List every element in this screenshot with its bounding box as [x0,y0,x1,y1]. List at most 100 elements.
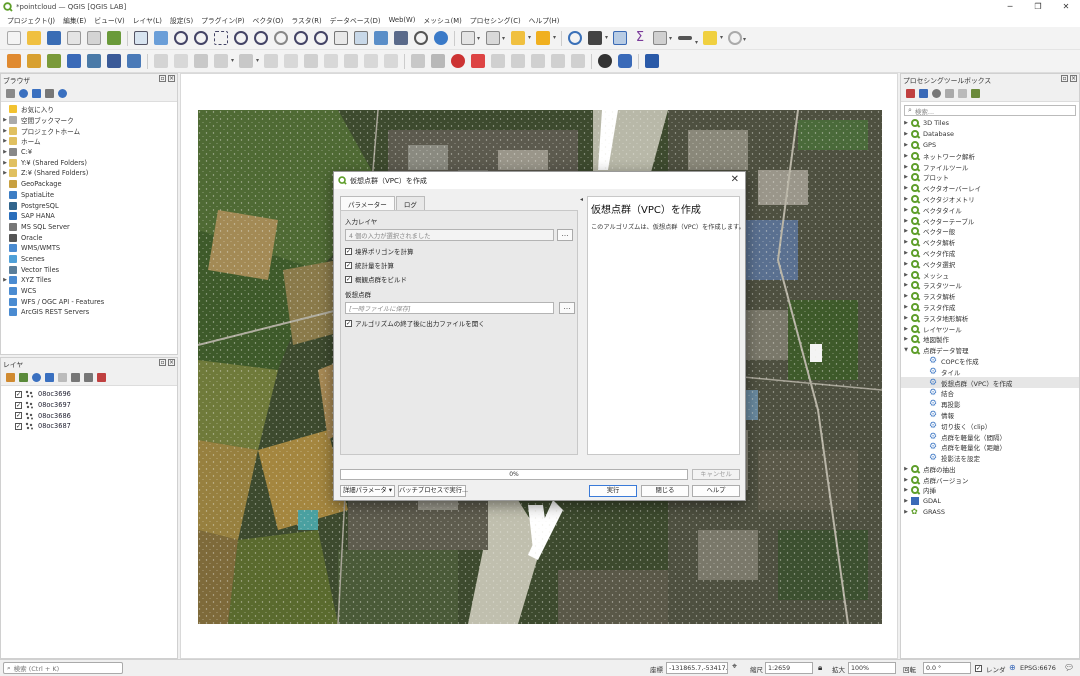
run-button[interactable]: 実行 [589,485,637,497]
tab-log[interactable]: ログ [395,196,425,210]
menu-processing[interactable]: プロセシング(C) [466,15,525,25]
map-tips-icon[interactable] [703,31,723,45]
browser-item[interactable]: Vector Tiles [1,264,177,275]
toolbox-options-icon[interactable] [971,89,980,98]
render-checkbox[interactable]: ✓ [975,665,982,672]
browser-item[interactable]: PostgreSQL [1,200,177,211]
build-overview-check[interactable]: ✓ 概観点群をビルド [345,274,407,284]
toolbox-group[interactable]: ▼ 点群データ管理 [901,345,1079,356]
batch-process-button[interactable]: バッチプロセスで実行... [398,485,468,497]
layer-row[interactable]: ✓ 08oc3696 [1,389,177,400]
expand-arrow-icon[interactable]: ▶ [901,196,911,202]
menu-mesh[interactable]: メッシュ(M) [419,15,465,25]
rotate-label-icon[interactable] [511,54,525,68]
toolbox-group[interactable]: ▶ ベクター般 [901,226,1079,237]
plugin-globe-icon[interactable] [598,54,612,68]
edit-features-in-place-icon[interactable] [958,89,967,98]
expand-arrow-icon[interactable]: ▶ [901,315,911,321]
menu-settings[interactable]: 設定(S) [166,15,197,25]
layer-visibility-checkbox[interactable]: ✓ [15,401,22,409]
data-source-manager-icon[interactable] [7,54,21,68]
browser-item[interactable]: ArcGIS REST Servers [1,307,177,318]
toolbox-group[interactable]: ▶ ベクタ解析 [901,237,1079,248]
collapse-all-icon[interactable] [45,89,54,98]
toolbox-group[interactable]: ▶ レイヤツール [901,323,1079,334]
menu-plugins[interactable]: プラグイン(P) [197,15,248,25]
minimize-button[interactable]: ─ [996,0,1024,13]
help-button[interactable]: ヘルプ [692,485,740,497]
coordinate-field[interactable]: -131865.7,-53417.4 [666,662,728,674]
toolbox-group[interactable]: ▶ プロット [901,172,1079,183]
new-project-icon[interactable] [7,31,21,45]
expand-arrow-icon[interactable]: ▶ [901,336,911,342]
browser-item[interactable]: SAP HANA [1,211,177,222]
layer-visibility-checkbox[interactable]: ✓ [15,422,22,430]
expand-arrow-icon[interactable]: ▶ [901,228,911,234]
open-project-icon[interactable] [27,31,41,45]
splitter-handle[interactable]: ◂ [580,196,584,208]
crs-icon[interactable]: ⊕ [1009,663,1016,672]
pan-to-selection-icon[interactable] [154,31,168,45]
layer-row[interactable]: ✓ 08oc3687 [1,421,177,432]
browser-item[interactable]: MS SQL Server [1,222,177,233]
toolbox-group[interactable]: ▶ ベクターテーブル [901,215,1079,226]
rotation-field[interactable]: 0.0 ° [923,662,971,674]
menu-help[interactable]: ヘルプ(H) [525,15,564,25]
toolbox-group[interactable]: ▶ ラスタ作成 [901,302,1079,313]
zoom-next-icon[interactable] [314,31,328,45]
expand-arrow-icon[interactable]: ▶ [901,487,911,493]
toolbox-group[interactable]: ▶ 地図製作 [901,334,1079,345]
cut-features-icon[interactable] [304,54,318,68]
toolbox-search-input[interactable]: ⌕ 検索... [904,105,1076,116]
toolbox-algorithm[interactable]: ⚙ 結合 [901,388,1079,399]
maximize-button[interactable]: ❐ [1024,0,1052,13]
toolbox-algorithm[interactable]: ⚙ 情報 [901,410,1079,421]
layer-visibility-checkbox[interactable]: ✓ [15,390,22,398]
identify-icon[interactable] [568,31,582,45]
toolbox-group[interactable]: ▶ ベクタジオメトリ [901,194,1079,205]
toolbox-group[interactable]: ▶ ベクタタイル [901,204,1079,215]
refresh-icon[interactable] [434,31,448,45]
add-group-icon[interactable] [19,373,28,382]
layer-visibility-checkbox[interactable]: ✓ [15,412,22,420]
input-layers-browse-button[interactable]: … [557,229,573,241]
expand-arrow-icon[interactable]: ▶ [901,164,911,170]
expand-arrow-icon[interactable]: ▶ [901,207,911,213]
scripts-icon[interactable] [919,89,928,98]
toolbox-group[interactable]: ▶ ベクタ選択 [901,258,1079,269]
modify-attributes-icon[interactable] [264,54,278,68]
browser-item[interactable]: WCS [1,286,177,297]
layout-manager-icon[interactable] [87,31,101,45]
browser-item[interactable]: WMS/WMTS [1,243,177,254]
browser-item[interactable]: Scenes [1,254,177,265]
copy-features-icon[interactable] [324,54,338,68]
browser-item[interactable]: ▶ 空間ブックマーク [1,115,177,126]
toolbox-algorithm[interactable]: ⚙ タイル [901,366,1079,377]
close-panel-icon[interactable]: × [168,359,175,366]
toggle-editing-icon[interactable] [174,54,188,68]
filter-legend-icon[interactable] [45,373,54,382]
toolbox-group[interactable]: ▶ ネットワーク解析 [901,150,1079,161]
open-styling-icon[interactable] [6,373,15,382]
calc-stats-check[interactable]: ✓ 統計量を計算 [345,260,394,270]
models-icon[interactable] [906,89,915,98]
undo-icon[interactable] [364,54,378,68]
toolbox-group[interactable]: ▶ ファイルツール [901,161,1079,172]
show-hide-labels-icon[interactable] [471,54,485,68]
browser-item[interactable]: ▶ Y:¥ (Shared Folders) [1,157,177,168]
expand-arrow-icon[interactable]: ▶ [1,170,9,176]
toggle-extents-icon[interactable]: ⌖ [732,662,737,672]
expand-arrow-icon[interactable]: ▶ [1,149,9,155]
menu-database[interactable]: データベース(D) [326,15,385,25]
results-viewer-icon[interactable] [945,89,954,98]
close-panel-icon[interactable]: × [168,75,175,82]
toolbox-group[interactable]: ▶ ベクタオーバーレイ [901,183,1079,194]
toolbox-group[interactable]: ▶ メッシュ [901,269,1079,280]
checkbox[interactable]: ✓ [345,275,352,283]
expand-arrow-icon[interactable]: ▶ [901,261,911,267]
float-panel-icon[interactable]: ▫ [159,359,166,366]
expand-arrow-icon[interactable]: ▶ [901,304,911,310]
close-panel-icon[interactable]: × [1070,75,1077,82]
toolbox-group[interactable]: ▶ 点群バージョン [901,474,1079,485]
toolbox-algorithm[interactable]: ⚙ 再投影 [901,399,1079,410]
